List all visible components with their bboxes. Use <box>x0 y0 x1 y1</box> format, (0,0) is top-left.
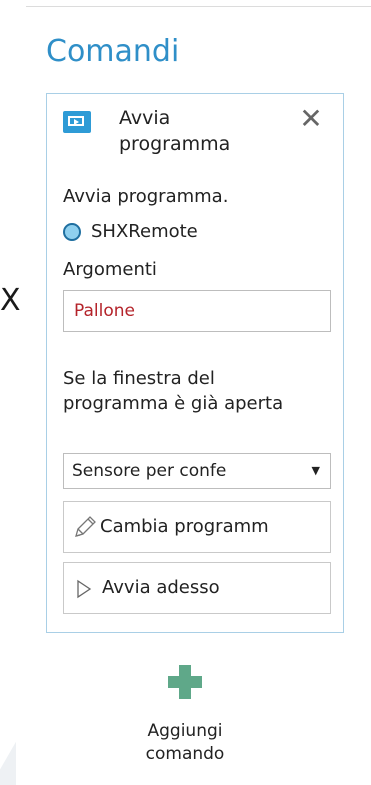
command-description: Avvia programma. <box>63 186 229 207</box>
run-now-label: Avvia adesso <box>102 577 220 598</box>
close-icon[interactable]: ✕ <box>296 104 326 134</box>
top-divider <box>26 6 371 7</box>
left-edge-decoration <box>0 740 16 785</box>
add-command-button[interactable]: Aggiungi comando <box>125 720 245 766</box>
play-icon <box>77 579 92 599</box>
left-edge-close-glyph[interactable]: X <box>0 283 21 319</box>
window-open-label: Se la finestra del programma è già apert… <box>63 368 284 414</box>
window-open-selected-value: Sensore per confe <box>72 461 227 481</box>
command-editor: X Comandi Avvia programma ✕ Avvia progra… <box>0 0 371 785</box>
window-open-select[interactable]: Sensore per confe ▼ <box>63 453 331 489</box>
program-window-icon <box>63 111 91 133</box>
radio-selected-icon[interactable] <box>63 223 81 241</box>
change-program-button[interactable]: Cambia programm <box>63 501 331 553</box>
run-now-button[interactable]: Avvia adesso <box>63 562 331 614</box>
chevron-down-icon: ▼ <box>311 464 320 477</box>
command-card: Avvia programma ✕ Avvia programma. SHXRe… <box>46 93 344 633</box>
section-title: Comandi <box>46 34 180 69</box>
command-title: Avvia programma <box>119 107 231 155</box>
plus-icon[interactable] <box>168 665 202 699</box>
arguments-label: Argomenti <box>63 259 157 280</box>
pencil-icon <box>75 516 96 537</box>
arguments-input[interactable] <box>63 290 331 332</box>
change-program-label: Cambia programm <box>100 516 269 537</box>
program-name: SHXRemote <box>91 221 198 242</box>
